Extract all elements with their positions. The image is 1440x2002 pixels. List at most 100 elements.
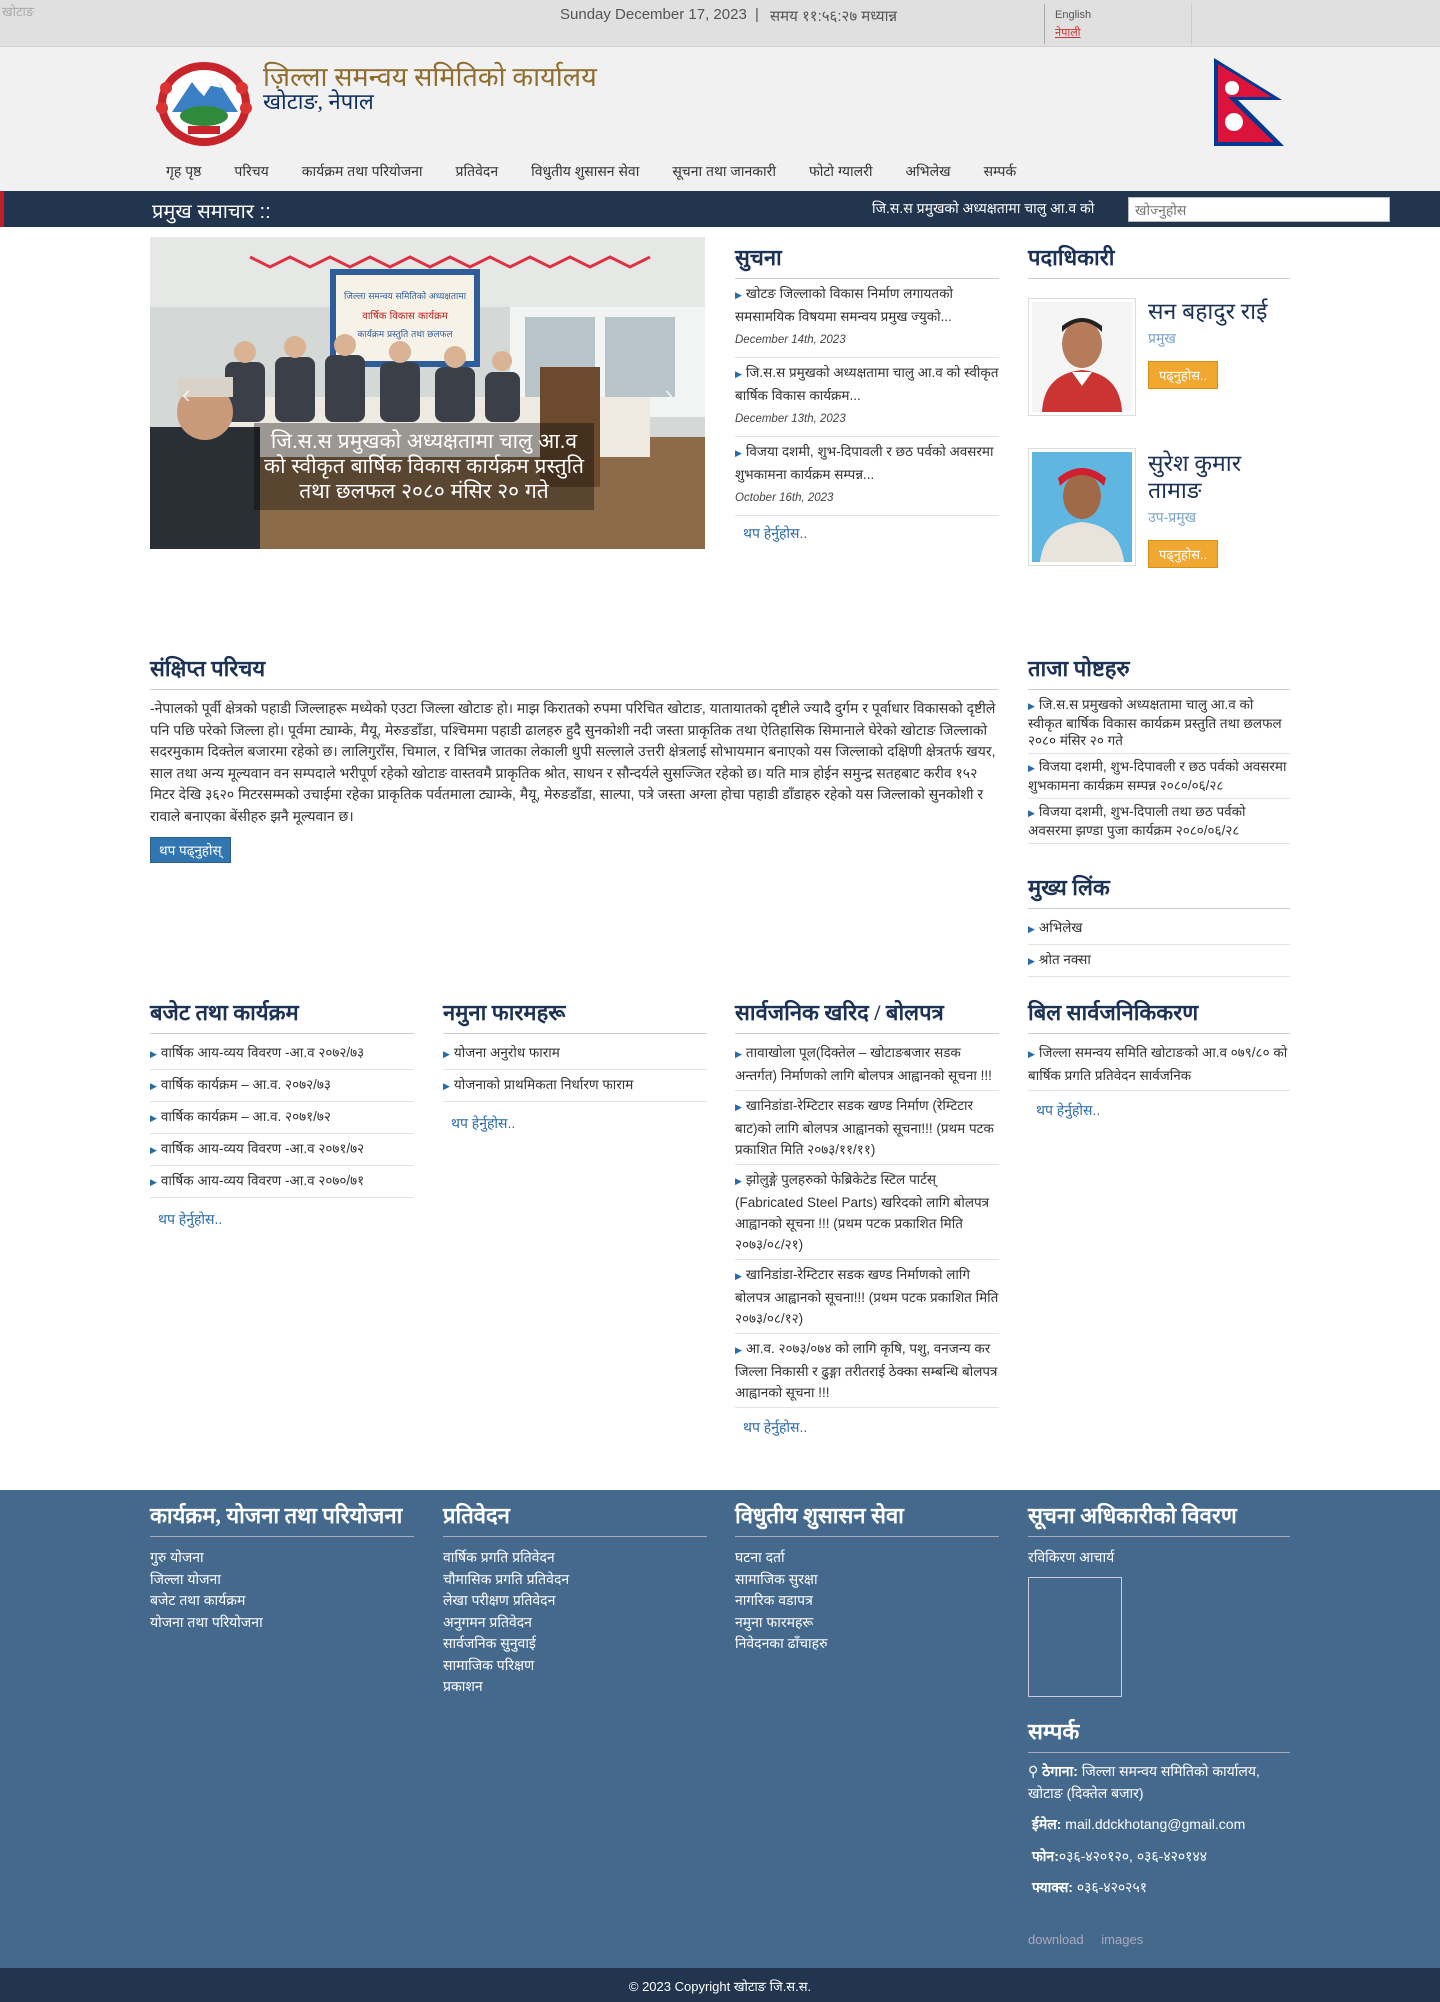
footer-link[interactable]: वार्षिक प्रगति प्रतिवेदन [443, 1547, 707, 1569]
triangle-bullet-icon: ▶ [735, 369, 742, 379]
banner-line-3: कार्यक्रम प्रस्तुति तथा छलफल [357, 328, 453, 340]
footer-link[interactable]: जिल्ला योजना [150, 1569, 414, 1591]
latest-post-item[interactable]: ▶ विजया दशमी, शुभ-दिपावली र छठ पर्वको अवस… [1028, 754, 1290, 799]
official-role: प्रमुख [1148, 330, 1176, 346]
bill-item[interactable]: ▶ जिल्ला समन्वय समिति खोटाङको आ.व ०७९/८० … [1028, 1038, 1290, 1091]
info-officer-photo [1028, 1576, 1122, 1697]
nav-information[interactable]: सूचना तथा जानकारी [672, 162, 776, 188]
intro-read-more-button[interactable]: थप पढ्नुहोस् [150, 837, 231, 863]
procurement-item[interactable]: ▶ तावाखोला पूल(दिक्तेल – खोटाङबजार सडक अन… [735, 1038, 999, 1091]
official-read-button[interactable]: पढ्नुहोस.. [1148, 540, 1219, 568]
footer-link[interactable]: बजेट तथा कार्यक्रम [150, 1590, 414, 1612]
footer-egov: विधुतीय शुसासन सेवा घटना दर्ता सामाजिक स… [735, 1500, 999, 1655]
banner-line-2: वार्षिक विकास कार्यक्रम [362, 310, 448, 322]
nav-egov[interactable]: विधुतीय शुसासन सेवा [531, 162, 639, 188]
footer-link[interactable]: अनुगमन प्रतिवेदन [443, 1612, 707, 1634]
bills-more-link[interactable]: थप हेर्नुहोस.. [1036, 1101, 1100, 1120]
footer-link[interactable]: प्रकाशन [443, 1676, 707, 1698]
footer-contact: सम्पर्क ⚲ ठेगाना: जिल्ला समन्वय समितिको … [1028, 1716, 1290, 1899]
triangle-bullet-icon: ▶ [150, 1145, 157, 1155]
triangle-bullet-icon: ▶ [735, 1102, 742, 1112]
official-info: सुरेश कुमार तामाङ उप-प्रमुख पढ्नुहोस.. [1148, 450, 1288, 568]
footer-reports-heading: प्रतिवेदन [443, 1500, 707, 1537]
footer-link[interactable]: नमुना फारमहरू [735, 1612, 999, 1634]
download-badge-image[interactable]: download [1028, 1932, 1084, 1947]
images-badge-image[interactable]: images [1101, 1932, 1143, 1947]
main-link-item[interactable]: ▶ श्रोत नक्सा [1028, 945, 1290, 977]
latest-posts-section: ताजा पोष्टहरु ▶ जि.स.स प्रमुखको अध्यक्षता… [1028, 653, 1290, 844]
official-read-button[interactable]: पढ्नुहोस.. [1148, 361, 1219, 389]
latest-post-item[interactable]: ▶ विजया दशमी, शुभ-दिपाली तथा छठ पर्वको अव… [1028, 799, 1290, 844]
main-link-item[interactable]: ▶ अभिलेख [1028, 913, 1290, 945]
copyright-bar: © 2023 Copyright खोटाङ जि.स.स. [0, 1968, 1440, 2002]
footer-link[interactable]: लेखा परीक्षण प्रतिवेदन [443, 1590, 707, 1612]
footer-badges: download images [1028, 1932, 1143, 1947]
nav-contact[interactable]: सम्पर्क [984, 162, 1017, 188]
footer-link[interactable]: सामाजिक सुरक्षा [735, 1569, 999, 1591]
footer-link[interactable]: सार्वजनिक सुनुवाई [443, 1633, 707, 1655]
slider-caption: जि.स.स प्रमुखको अध्यक्षतामा चालु आ.व को … [254, 423, 594, 510]
footer-link[interactable]: नागरिक वडापत्र [735, 1590, 999, 1612]
notice-date: December 13th, 2023 [735, 413, 846, 425]
procurement-heading: सार्वजनिक खरिद / बोलपत्र [735, 997, 999, 1034]
forms-more-link[interactable]: थप हेर्नुहोस.. [451, 1114, 515, 1133]
procurement-item[interactable]: ▶ खानिडांडा-रेम्टिटार सडक खण्ड निर्माणको … [735, 1260, 999, 1334]
procurement-more-link[interactable]: थप हेर्नुहोस.. [743, 1418, 807, 1437]
procurement-item[interactable]: ▶ आ.व. २०७३/०७४ को लागि कृषि, पशु, वनजन्य… [735, 1334, 999, 1408]
notice-item[interactable]: ▶ विजया दशमी, शुभ-दिपावली र छठ पर्वको अवस… [735, 437, 999, 516]
nepal-emblem-logo[interactable] [152, 56, 256, 148]
notice-item[interactable]: ▶ खोटङ जिल्लाको विकास निर्माण लगायतको समस… [735, 279, 999, 358]
triangle-bullet-icon: ▶ [150, 1177, 157, 1187]
footer-programs: कार्यक्रम, योजना तथा परियोजना गुरु योजना… [150, 1500, 414, 1633]
footer-link[interactable]: गुरु योजना [150, 1547, 414, 1569]
nav-reports[interactable]: प्रतिवेदन [456, 162, 499, 188]
budget-more-link[interactable]: थप हेर्नुहोस.. [158, 1210, 222, 1229]
form-item[interactable]: ▶ योजनाको प्राथमिकता निर्धारण फाराम [443, 1070, 707, 1102]
contact-phone: फोन:०३६-४२०१२०, ०३६-४२०१४४ [1032, 1847, 1208, 1864]
lang-english-link[interactable]: English [1055, 9, 1191, 21]
official-info: सन बहादुर राई प्रमुख पढ्नुहोस.. [1148, 298, 1288, 389]
nav-gallery[interactable]: फोटो ग्यालरी [809, 162, 873, 188]
slider-next-icon[interactable]: › [664, 379, 673, 410]
budget-item[interactable]: ▶ वार्षिक आय-व्यय विवरण -आ.व २०७०/७१ [150, 1166, 414, 1198]
nav-programs[interactable]: कार्यक्रम तथा परियोजना [302, 162, 423, 188]
footer-link[interactable]: घटना दर्ता [735, 1547, 999, 1569]
footer-link[interactable]: चौमासिक प्रगति प्रतिवेदन [443, 1569, 707, 1591]
footer-reports: प्रतिवेदन वार्षिक प्रगति प्रतिवेदन चौमास… [443, 1500, 707, 1698]
budget-item[interactable]: ▶ वार्षिक कार्यक्रम – आ.व. २०७१/७२ [150, 1102, 414, 1134]
nav-about[interactable]: परिचय [234, 162, 268, 188]
procurement-item[interactable]: ▶ झोलुङ्गे पुलहरुको फेब्रिकेटेड स्टिल पार… [735, 1165, 999, 1260]
search-input[interactable] [1128, 197, 1390, 222]
budget-section: बजेट तथा कार्यक्रम ▶ वार्षिक आय-व्यय विवर… [150, 997, 414, 1229]
nav-home[interactable]: गृह पृष्ठ [166, 162, 201, 188]
footer-link[interactable]: सामाजिक परिक्षण [443, 1655, 707, 1677]
notice-more-link[interactable]: थप हेर्नुहोस.. [743, 524, 807, 543]
procurement-item[interactable]: ▶ खानिडांडा-रेम्टिटार सडक खण्ड निर्माण (र… [735, 1091, 999, 1165]
email-link[interactable]: mail.ddckhotang@gmail.com [1065, 1816, 1245, 1832]
lang-nepali-link[interactable]: नेपाली [1055, 25, 1191, 40]
triangle-bullet-icon: ▶ [1028, 701, 1035, 711]
main-links-heading: मुख्य लिंक [1028, 872, 1290, 909]
footer-link[interactable]: निवेदनका ढाँचाहरु [735, 1633, 999, 1655]
notice-item[interactable]: ▶ जि.स.स प्रमुखको अध्यक्षतामा चालु आ.व को… [735, 358, 999, 437]
form-item[interactable]: ▶ योजना अनुरोध फाराम [443, 1038, 707, 1070]
image-slider[interactable]: जिल्ला समन्वय समितिको अध्यक्षतामा वार्षि… [150, 237, 705, 549]
triangle-bullet-icon: ▶ [1028, 924, 1035, 934]
footer-link[interactable]: योजना तथा परियोजना [150, 1612, 414, 1634]
nav-archive[interactable]: अभिलेख [905, 162, 950, 188]
triangle-bullet-icon: ▶ [150, 1049, 157, 1059]
budget-item[interactable]: ▶ वार्षिक आय-व्यय विवरण -आ.व २०७१/७२ [150, 1134, 414, 1166]
triangle-bullet-icon: ▶ [443, 1081, 450, 1091]
notice-date: December 14th, 2023 [735, 334, 846, 346]
triangle-bullet-icon: ▶ [1028, 763, 1035, 773]
latest-post-item[interactable]: ▶ जि.स.स प्रमुखको अध्यक्षतामा चालु आ.व को… [1028, 692, 1290, 754]
news-ticker[interactable]: जि.स.स प्रमुखको अध्यक्षतामा चालु आ.व को [872, 199, 1094, 218]
office-subtitle: खोटाङ, नेपाल [263, 89, 374, 114]
budget-item[interactable]: ▶ वार्षिक आय-व्यय विवरण -आ.व २०७२/७३ [150, 1038, 414, 1070]
budget-item[interactable]: ▶ वार्षिक कार्यक्रम – आ.व. २०७२/७३ [150, 1070, 414, 1102]
triangle-bullet-icon: ▶ [150, 1113, 157, 1123]
notice-heading: सुचना [735, 242, 999, 279]
contact-address: ⚲ ठेगाना: जिल्ला समन्वय समितिको कार्यालय… [1028, 1763, 1260, 1801]
slider-prev-icon[interactable]: ‹ [182, 379, 191, 410]
triangle-bullet-icon: ▶ [443, 1049, 450, 1059]
